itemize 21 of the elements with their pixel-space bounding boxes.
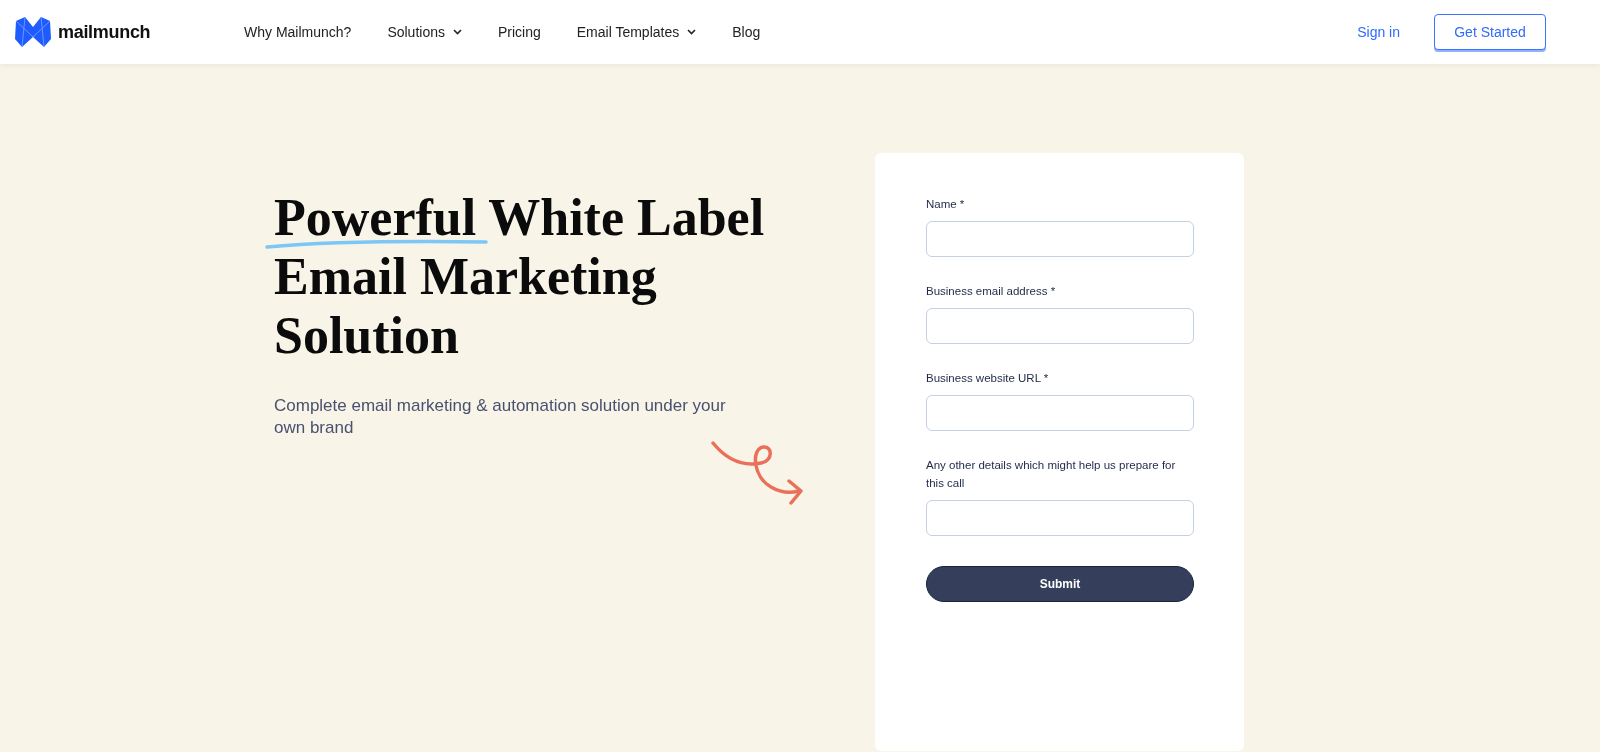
- field-label: Business email address *: [926, 284, 1057, 299]
- input-field[interactable]: [926, 308, 1194, 344]
- input-field[interactable]: [926, 395, 1194, 431]
- nav-link[interactable]: Blog: [732, 24, 761, 40]
- logo-text: mailmunch: [58, 21, 151, 43]
- get-started-button[interactable]: Get Started: [1434, 14, 1546, 50]
- field-label: Any other details which might help us prepare for this call: [926, 458, 1177, 491]
- field-label: Name *: [926, 197, 966, 212]
- input-field[interactable]: [926, 500, 1194, 536]
- subtitle: Complete email marketing & automation solution under your own brand: [274, 395, 727, 439]
- chevron-down-icon: [452, 29, 462, 35]
- input-field[interactable]: [926, 221, 1194, 257]
- nav-link[interactable]: Email Templates: [576, 24, 697, 40]
- nav-link[interactable]: Pricing: [497, 24, 541, 40]
- sign-in-link[interactable]: Sign in: [1357, 24, 1400, 40]
- nav-link[interactable]: Solutions: [387, 24, 462, 40]
- nav-link[interactable]: Why Mailmunch?: [244, 24, 352, 40]
- field-label: Business website URL *: [926, 371, 1050, 386]
- chevron-down-icon: [687, 29, 697, 35]
- submit-button[interactable]: Submit: [926, 566, 1194, 602]
- logo-icon[interactable]: [14, 17, 52, 47]
